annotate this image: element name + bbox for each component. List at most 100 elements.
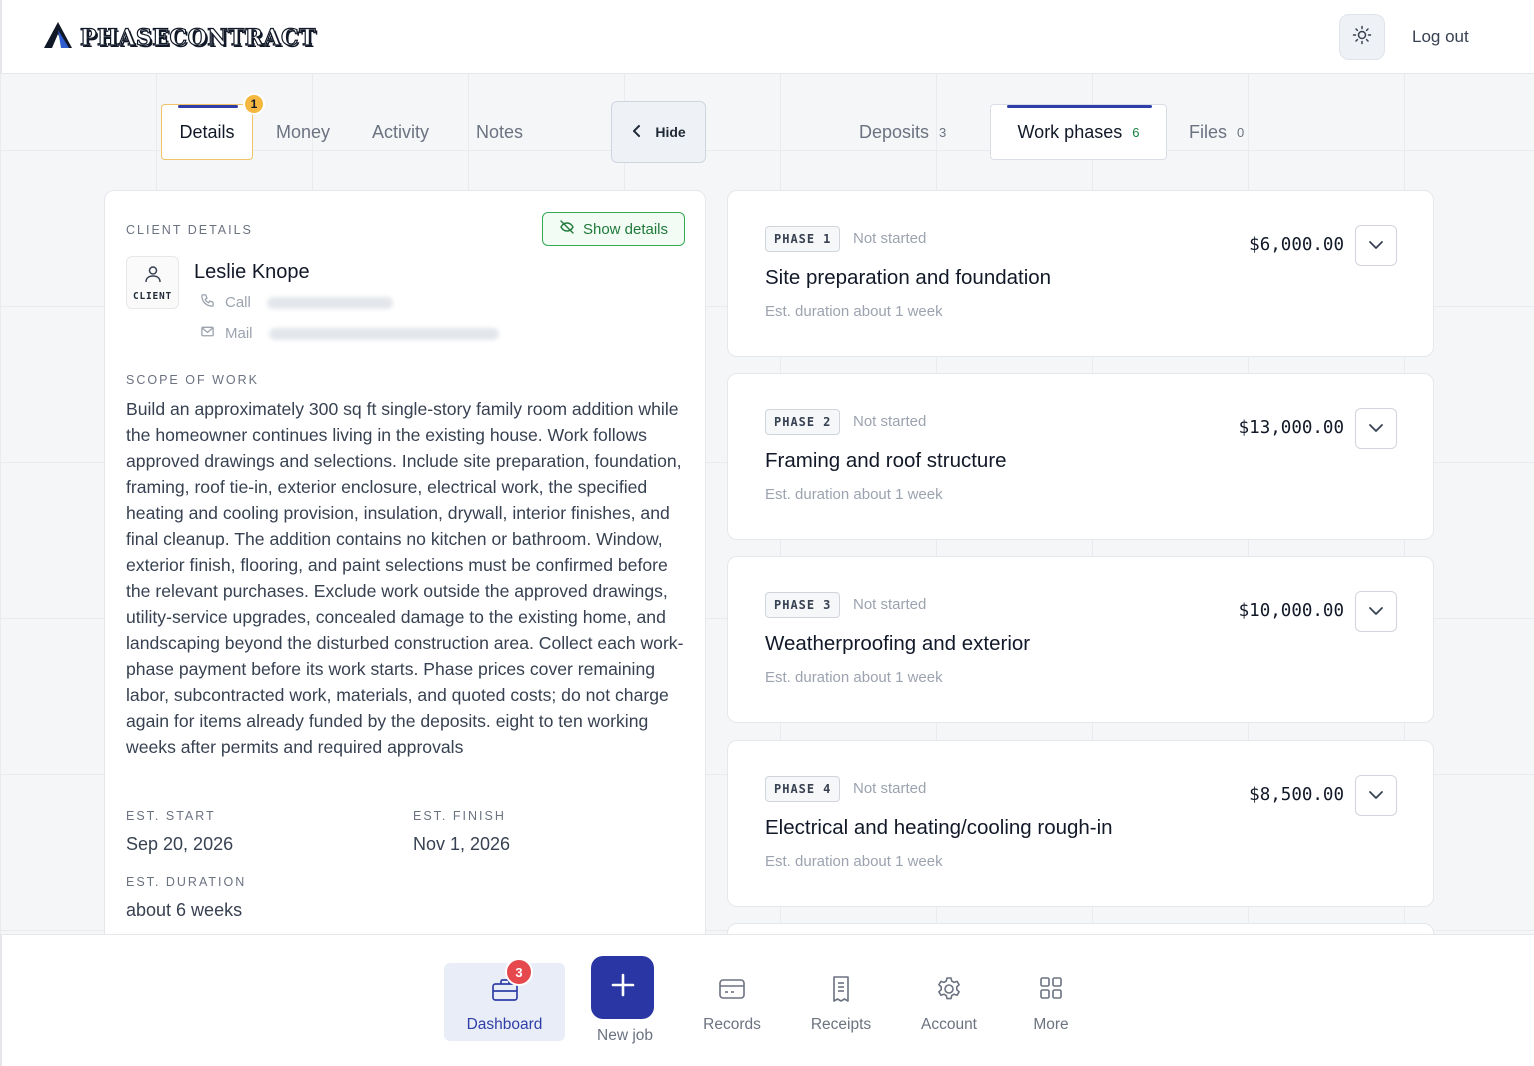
phase-number: 4 — [823, 782, 832, 796]
phase-card[interactable]: PHASE 2 Not started Framing and roof struct… — [727, 373, 1434, 540]
show-details-label: Show details — [582, 220, 669, 238]
gear-icon — [935, 975, 963, 1008]
phase-number: 1 — [823, 232, 832, 246]
eye-off-icon — [559, 219, 575, 239]
hide-label: Hide — [655, 124, 686, 140]
phase-status: Not started — [853, 413, 927, 430]
new-job-button[interactable] — [591, 956, 654, 1019]
tab-label: Files — [1189, 122, 1228, 142]
details-badge: 1 — [243, 93, 265, 115]
est-duration-value: about 6 weeks — [126, 900, 243, 920]
tab-count: 3 — [939, 125, 947, 140]
nav-label: Records — [703, 1016, 761, 1033]
phase-card[interactable]: PHASE 4 Not started Electrical and heating/… — [727, 740, 1434, 907]
est-start-label: EST. START — [126, 809, 216, 823]
card-icon — [718, 977, 746, 1006]
tab-notes[interactable]: Notes — [476, 122, 523, 143]
phase-expand-button[interactable] — [1355, 408, 1397, 449]
phase-expand-button[interactable] — [1355, 591, 1397, 632]
phase-title: Weatherproofing and exterior — [765, 632, 1031, 655]
phase-title: Framing and roof structure — [765, 449, 1007, 472]
tab-label: Details — [179, 121, 235, 142]
phase-status: Not started — [853, 596, 927, 613]
phase-status: Not started — [853, 230, 927, 247]
phase-tag: PHASE 2 — [765, 409, 841, 435]
app-header: PHASECONTRACT Log out — [0, 0, 1534, 74]
theme-toggle-button[interactable] — [1339, 14, 1385, 60]
plus-icon — [610, 972, 636, 1003]
nav-new-job-label: New job — [582, 1027, 668, 1045]
nav-receipts[interactable]: Receipts — [800, 975, 882, 1034]
client-avatar: CLIENT — [126, 256, 179, 309]
user-icon — [143, 264, 163, 289]
bottom-navigation: Dashboard New job Records Receipts Accou… — [0, 934, 1534, 1066]
tab-work-phases[interactable]: Work phases 6 — [990, 104, 1167, 160]
phase-price: $8,500.00 — [1249, 785, 1344, 805]
logout-link[interactable]: Log out — [1412, 27, 1469, 47]
phase-tag-label: PHASE — [774, 232, 816, 246]
est-finish-value: Nov 1, 2026 — [413, 834, 511, 854]
nav-more[interactable]: More — [1016, 975, 1086, 1034]
phase-number: 2 — [823, 415, 832, 429]
client-details-card: CLIENT DETAILS Show details CLIENT Lesli… — [104, 190, 706, 950]
phase-expand-button[interactable] — [1355, 225, 1397, 266]
phase-price: $6,000.00 — [1249, 235, 1344, 255]
phase-tag-label: PHASE — [774, 415, 816, 429]
call-label: Call — [225, 294, 251, 311]
est-start-value: Sep 20, 2026 — [126, 834, 234, 854]
phone-icon — [200, 293, 215, 312]
tab-count: 6 — [1132, 124, 1140, 140]
nav-label: New job — [597, 1027, 653, 1044]
mail-icon — [200, 324, 215, 343]
client-details-heading: CLIENT DETAILS — [126, 223, 253, 237]
receipt-icon — [829, 975, 853, 1008]
avatar-role-label: CLIENT — [132, 290, 173, 302]
nav-label: Account — [920, 1016, 977, 1033]
mail-row[interactable]: Mail — [200, 324, 499, 343]
nav-account[interactable]: Account — [909, 975, 989, 1034]
sun-icon — [1352, 25, 1372, 50]
phase-card[interactable]: PHASE 3 Not started Weatherproofing and ext… — [727, 556, 1434, 723]
tab-files[interactable]: Files 0 — [1189, 122, 1244, 143]
phase-duration: Est. duration about 1 week — [765, 669, 943, 686]
est-finish-label: EST. FINISH — [413, 809, 506, 823]
phase-card[interactable]: PHASE 1 Not started Site preparation and fo… — [727, 190, 1434, 357]
scope-text: Build an approximately 300 sq ft single-… — [126, 399, 684, 757]
phase-title: Site preparation and foundation — [765, 266, 1052, 289]
phase-price: $10,000.00 — [1238, 601, 1344, 621]
phase-tag-label: PHASE — [774, 782, 816, 796]
dashboard-badge: 3 — [505, 958, 533, 986]
scope-heading: SCOPE OF WORK — [126, 373, 259, 387]
nav-label: Dashboard — [466, 1016, 543, 1033]
tab-details[interactable]: Details — [161, 104, 253, 160]
phase-duration: Est. duration about 1 week — [765, 853, 943, 870]
tab-money[interactable]: Money — [276, 122, 330, 143]
tab-deposits[interactable]: Deposits 3 — [859, 122, 946, 143]
chevron-down-icon — [1368, 603, 1384, 621]
phase-number: 3 — [823, 598, 832, 612]
tab-label: Deposits — [859, 122, 930, 142]
tab-active-indicator — [178, 105, 238, 108]
brand-logo[interactable]: PHASECONTRACT — [42, 20, 316, 55]
tab-count: 0 — [1237, 125, 1245, 140]
nav-records[interactable]: Records — [692, 977, 772, 1034]
tab-activity[interactable]: Activity — [372, 122, 429, 143]
logo-mark-icon — [42, 20, 74, 55]
chevron-down-icon — [1368, 787, 1384, 805]
call-row[interactable]: Call — [200, 293, 393, 312]
phase-expand-button[interactable] — [1355, 775, 1397, 816]
nav-label: Receipts — [810, 1016, 872, 1033]
show-details-button[interactable]: Show details — [542, 212, 685, 246]
phase-title: Electrical and heating/cooling rough-in — [765, 816, 1113, 839]
redacted-email — [268, 327, 499, 340]
redacted-phone — [266, 296, 393, 309]
phase-tag-label: PHASE — [774, 598, 816, 612]
mail-label: Mail — [225, 325, 253, 342]
brand-name: PHASECONTRACT — [79, 24, 316, 51]
hide-panel-button[interactable]: Hide — [611, 101, 706, 163]
chevron-left-icon — [631, 124, 643, 141]
phase-price: $13,000.00 — [1238, 418, 1344, 438]
phase-status: Not started — [853, 780, 927, 797]
phase-tag: PHASE 3 — [765, 592, 841, 618]
phase-tag: PHASE 4 — [765, 776, 841, 802]
